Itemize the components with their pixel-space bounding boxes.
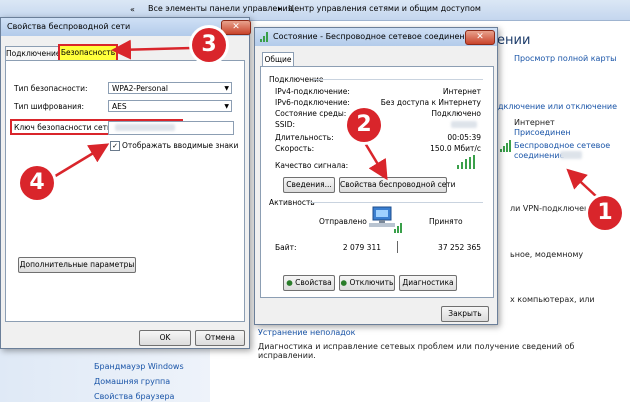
arrow-4 <box>51 143 110 180</box>
arrow-3 <box>111 39 193 60</box>
annotation-arrows <box>51 39 599 199</box>
arrow-2 <box>360 137 388 181</box>
annotation-badge-3: 3 <box>192 28 226 62</box>
annotation-badge-1: 1 <box>588 196 622 230</box>
annotation-badge-4: 4 <box>20 166 54 200</box>
arrow-1 <box>566 168 599 199</box>
annotation-badge-2: 2 <box>347 108 381 142</box>
